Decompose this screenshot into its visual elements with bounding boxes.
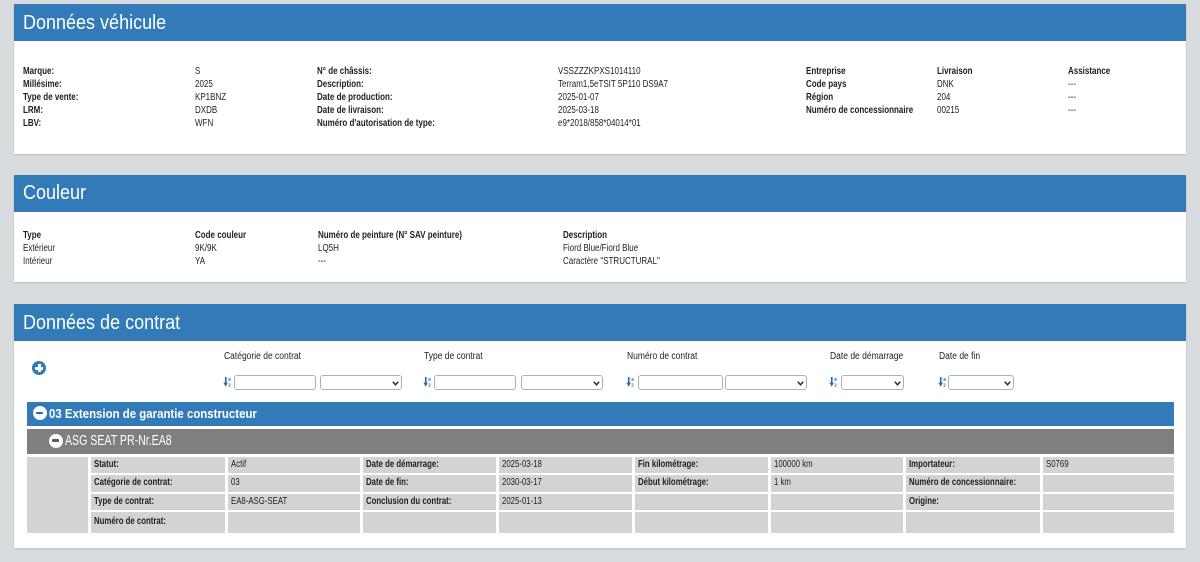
svg-text:2: 2 bbox=[228, 382, 231, 387]
svg-text:8: 8 bbox=[943, 377, 946, 382]
svg-text:8: 8 bbox=[834, 377, 837, 382]
svg-text:2: 2 bbox=[834, 382, 837, 387]
svg-text:2: 2 bbox=[428, 382, 431, 387]
svg-text:8: 8 bbox=[228, 377, 231, 382]
svg-text:2: 2 bbox=[943, 382, 946, 387]
svg-text:8: 8 bbox=[428, 377, 431, 382]
svg-text:8: 8 bbox=[631, 377, 634, 382]
svg-text:2: 2 bbox=[631, 382, 634, 387]
